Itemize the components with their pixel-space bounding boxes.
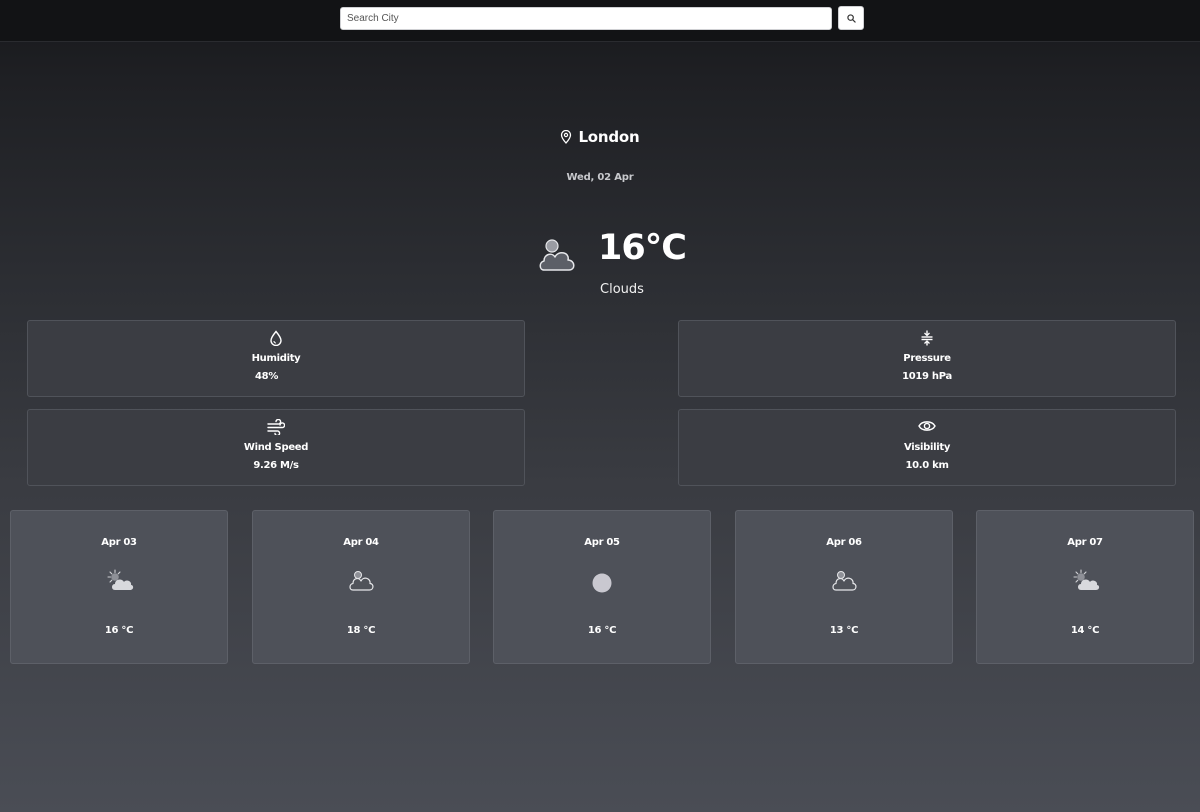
- location-heading: London: [0, 128, 1200, 146]
- current-date: Wed, 02 Apr: [566, 172, 634, 183]
- visibility-label: Visibility: [903, 442, 951, 453]
- sun-cloud-icon: [1070, 567, 1100, 593]
- forecast-temperature: 13 °C: [829, 625, 859, 636]
- forecast-card: Apr 03 16 °C: [10, 510, 228, 664]
- humidity-label: Humidity: [251, 353, 301, 364]
- humidity-value: 48%: [255, 371, 279, 382]
- forecast-date: Apr 04: [343, 537, 379, 548]
- forecast-temperature: 16 °C: [587, 625, 617, 636]
- forecast-date: Apr 03: [101, 537, 137, 548]
- city-name: London: [578, 128, 640, 146]
- forecast-card: Apr 04 18 °C: [252, 510, 470, 664]
- pressure-card: Pressure 1019 hPa: [678, 320, 1176, 397]
- droplet-icon: [269, 330, 283, 346]
- search-button[interactable]: [838, 6, 864, 30]
- map-pin-icon: [560, 130, 572, 144]
- wind-card: Wind Speed 9.26 M/s: [27, 409, 525, 486]
- visibility-card: Visibility 10.0 km: [678, 409, 1176, 486]
- forecast-temperature: 14 °C: [1070, 625, 1100, 636]
- search-input[interactable]: [340, 7, 832, 30]
- wind-icon: [267, 419, 285, 435]
- forecast-temperature: 16 °C: [104, 625, 134, 636]
- weather-condition: Clouds: [600, 282, 644, 297]
- visibility-value: 10.0 km: [905, 460, 949, 471]
- search-icon: [846, 13, 856, 23]
- forecast-card: Apr 05 16 °C: [493, 510, 711, 664]
- top-bar: [0, 0, 1200, 42]
- wind-value: 9.26 M/s: [253, 460, 299, 471]
- humidity-card: Humidity 48%: [27, 320, 525, 397]
- sun-cloud-icon: [104, 567, 134, 593]
- eye-icon: [918, 419, 936, 433]
- forecast-date: Apr 07: [1067, 537, 1103, 548]
- forecast-card: Apr 07 14 °C: [976, 510, 1194, 664]
- forecast-date: Apr 05: [584, 537, 620, 548]
- compress-icon: [920, 330, 934, 346]
- pressure-value: 1019 hPa: [902, 371, 952, 382]
- current-temperature: 16°C: [598, 228, 687, 268]
- wind-label: Wind Speed: [243, 442, 309, 453]
- forecast-card: Apr 06 13 °C: [735, 510, 953, 664]
- moon-icon: [589, 567, 615, 593]
- pressure-label: Pressure: [903, 353, 951, 364]
- cloud-icon: [536, 232, 578, 276]
- cloud-icon: [831, 567, 857, 593]
- forecast-temperature: 18 °C: [346, 625, 376, 636]
- forecast-date: Apr 06: [826, 537, 862, 548]
- cloud-icon: [348, 567, 374, 593]
